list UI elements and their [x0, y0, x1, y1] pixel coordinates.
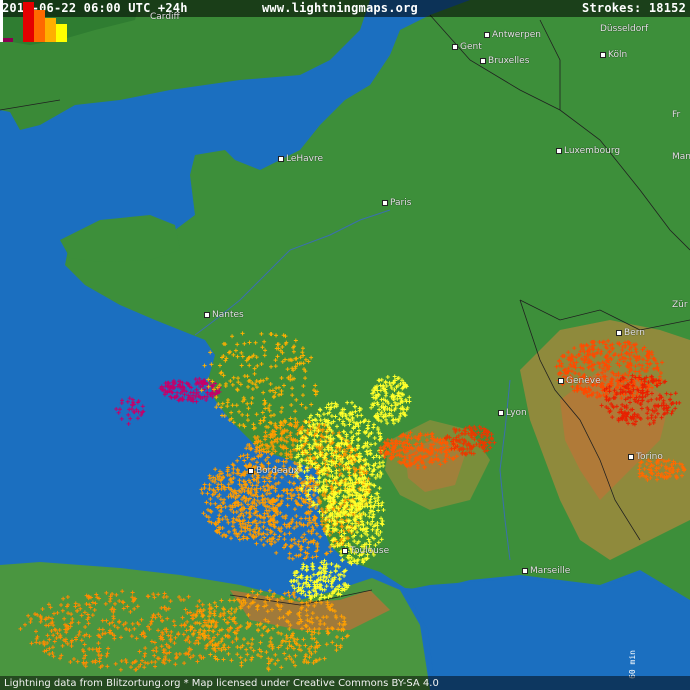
legend-label: 60 min [628, 650, 637, 679]
city-nantes-label: Nantes [212, 310, 244, 320]
city-dot [616, 329, 622, 336]
strokes-count: Strokes: 18152 [582, 1, 686, 15]
city-frankfurt: Fr [672, 110, 681, 120]
city-koln-label: Köln [608, 50, 628, 60]
city-bruxelles: Bruxelles [480, 56, 529, 66]
city-lehavre: LeHavre [278, 154, 323, 164]
city-dot [484, 31, 490, 38]
legend-bar-2 [23, 2, 34, 42]
city-geneve-label: Genève [566, 376, 601, 386]
city-dot [480, 57, 486, 64]
city-dusseldorf: Düsseldorf [600, 24, 649, 34]
city-dot [452, 43, 458, 50]
city-dot [628, 453, 634, 460]
city-dot [600, 51, 606, 58]
city-gent: Gent [452, 42, 482, 52]
city-dot [248, 467, 254, 474]
city-nantes: Nantes [204, 310, 244, 320]
city-dot [342, 547, 348, 554]
city-bordeaux-label: Bordeaux [256, 466, 300, 476]
city-bern-label: Bern [624, 328, 645, 338]
lightning-map[interactable]: 2014-06-22 06:00 UTC +24h www.lightningm… [0, 0, 690, 690]
city-antwerpen: Antwerpen [484, 30, 541, 40]
city-lehavre-label: LeHavre [286, 154, 324, 164]
city-koln: Köln [600, 50, 627, 60]
city-dot [498, 409, 504, 416]
city-paris: Paris [382, 198, 411, 208]
city-bordeaux: Bordeaux [248, 466, 299, 476]
city-geneve: Genève [558, 376, 601, 386]
legend-bar-3 [34, 10, 45, 42]
city-bern: Bern [616, 328, 645, 338]
city-marseille-label: Marseille [530, 566, 571, 576]
city-dot [522, 567, 528, 574]
age-legend [0, 0, 67, 42]
city-lyon: Lyon [498, 408, 527, 418]
city-cardiff: Cardiff [150, 12, 180, 22]
legend-axis [0, 0, 3, 42]
city-dot [382, 199, 388, 206]
city-dot [558, 377, 564, 384]
city-bruxelles-label: Bruxelles [488, 56, 530, 66]
city-torino: Torino [628, 452, 663, 462]
legend-bar-1 [3, 38, 13, 42]
city-zurich: Zür [672, 300, 688, 310]
legend-bar-5 [56, 24, 67, 42]
city-dot [556, 147, 562, 154]
city-paris-label: Paris [390, 198, 412, 208]
city-toulouse-label: Toulouse [350, 546, 390, 556]
city-gent-label: Gent [460, 42, 482, 52]
city-mannheim: Man [672, 152, 690, 162]
city-lyon-label: Lyon [506, 408, 527, 418]
map-canvas[interactable] [0, 0, 690, 690]
city-luxembourg: Luxembourg [556, 146, 620, 156]
city-luxembourg-label: Luxembourg [564, 146, 621, 156]
city-toulouse: Toulouse [342, 546, 389, 556]
legend-bar-4 [45, 18, 56, 42]
footer-credit[interactable]: Lightning data from Blitzortung.org * Ma… [4, 678, 439, 689]
city-marseille: Marseille [522, 566, 570, 576]
city-dot [278, 155, 284, 162]
city-dot [204, 311, 210, 318]
mediterranean-sea [405, 575, 690, 690]
city-torino-label: Torino [636, 452, 663, 462]
site-link[interactable]: www.lightningmaps.org [262, 1, 418, 15]
city-antwerpen-label: Antwerpen [492, 30, 541, 40]
